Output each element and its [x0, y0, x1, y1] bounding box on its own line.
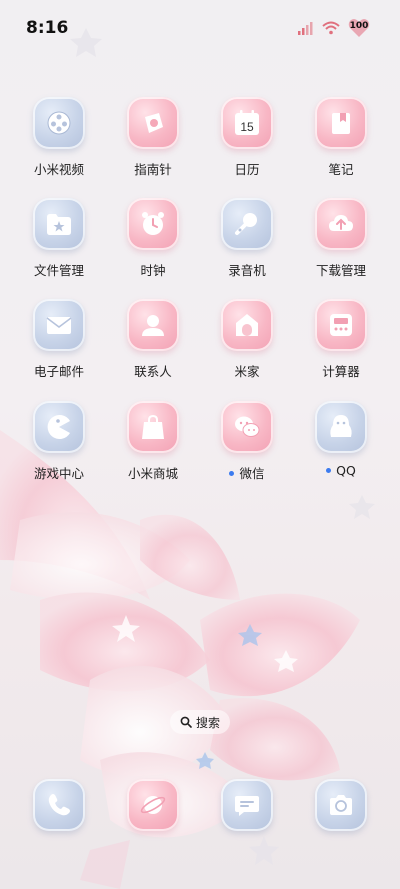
app-mi-home[interactable]: 米家: [205, 299, 289, 380]
contact-icon: [127, 299, 179, 351]
app-label: 文件管理: [33, 263, 84, 278]
app-file-manager[interactable]: 文件管理: [17, 198, 101, 279]
app-label: 电子邮件: [33, 364, 84, 379]
browser-planet-icon: [127, 779, 179, 831]
compass-icon: [127, 97, 179, 149]
battery-indicator: 100: [348, 18, 370, 38]
app-label: 时钟: [140, 263, 166, 278]
app-calendar[interactable]: 15 日历: [205, 97, 289, 178]
alarm-clock-icon: [127, 198, 179, 250]
dock-messages[interactable]: [205, 779, 289, 831]
app-mi-video[interactable]: 小米视频: [17, 97, 101, 178]
app-label: 录音机: [228, 263, 266, 278]
phone-icon: [33, 779, 85, 831]
pacman-icon: [33, 401, 85, 453]
calculator-icon: [315, 299, 367, 351]
dock-browser[interactable]: [111, 779, 195, 831]
app-label: 游戏中心: [33, 466, 84, 481]
app-clock[interactable]: 时钟: [111, 198, 195, 279]
home-icon: [221, 299, 273, 351]
search-label: 搜索: [195, 715, 220, 730]
message-icon: [221, 779, 273, 831]
folder-star-icon: [33, 198, 85, 250]
app-label: QQ: [336, 463, 356, 478]
app-label-with-dot: 微信: [205, 463, 289, 482]
dock-phone[interactable]: [17, 779, 101, 831]
microphone-icon: [221, 198, 273, 250]
status-icons: 100: [298, 18, 370, 38]
app-qq[interactable]: QQ: [299, 401, 383, 478]
app-contacts[interactable]: 联系人: [111, 299, 195, 380]
shopping-bag-icon: [127, 401, 179, 453]
wifi-icon: [322, 21, 340, 35]
dock-camera[interactable]: [299, 779, 383, 831]
app-notes[interactable]: 笔记: [299, 97, 383, 178]
app-wechat[interactable]: 微信: [205, 401, 289, 482]
status-bar: 8:16 100: [0, 0, 400, 56]
app-calculator[interactable]: 计算器: [299, 299, 383, 380]
camera-icon: [315, 779, 367, 831]
app-label: 小米商城: [127, 466, 178, 481]
app-recorder[interactable]: 录音机: [205, 198, 289, 279]
app-label: 日历: [234, 162, 260, 177]
app-download-manager[interactable]: 下载管理: [299, 198, 383, 279]
app-compass[interactable]: 指南针: [111, 97, 195, 178]
app-label-with-dot: QQ: [299, 463, 383, 478]
search-icon: [180, 716, 192, 728]
search-button[interactable]: 搜索: [170, 710, 230, 734]
video-reel-icon: [33, 97, 85, 149]
app-label: 米家: [234, 364, 260, 379]
app-label: 指南针: [134, 162, 172, 177]
app-label: 联系人: [134, 364, 172, 379]
app-label: 小米视频: [33, 162, 84, 177]
cellular-signal-icon: [298, 22, 313, 35]
app-label: 下载管理: [315, 263, 366, 278]
app-game-center[interactable]: 游戏中心: [17, 401, 101, 482]
penguin-icon: [315, 401, 367, 453]
cloud-upload-icon: [315, 198, 367, 250]
calendar-icon: 15: [221, 97, 273, 149]
wechat-icon: [221, 401, 273, 453]
notes-icon: [315, 97, 367, 149]
app-email[interactable]: 电子邮件: [17, 299, 101, 380]
notification-dot: [229, 471, 235, 476]
app-label: 计算器: [322, 364, 360, 379]
svg-text:15: 15: [240, 120, 254, 134]
app-mi-store[interactable]: 小米商城: [111, 401, 195, 482]
notification-dot: [326, 468, 332, 473]
app-label: 微信: [239, 466, 265, 481]
battery-level: 100: [349, 21, 369, 31]
mail-icon: [33, 299, 85, 351]
status-time: 8:16: [26, 18, 69, 38]
app-label: 笔记: [328, 162, 354, 177]
